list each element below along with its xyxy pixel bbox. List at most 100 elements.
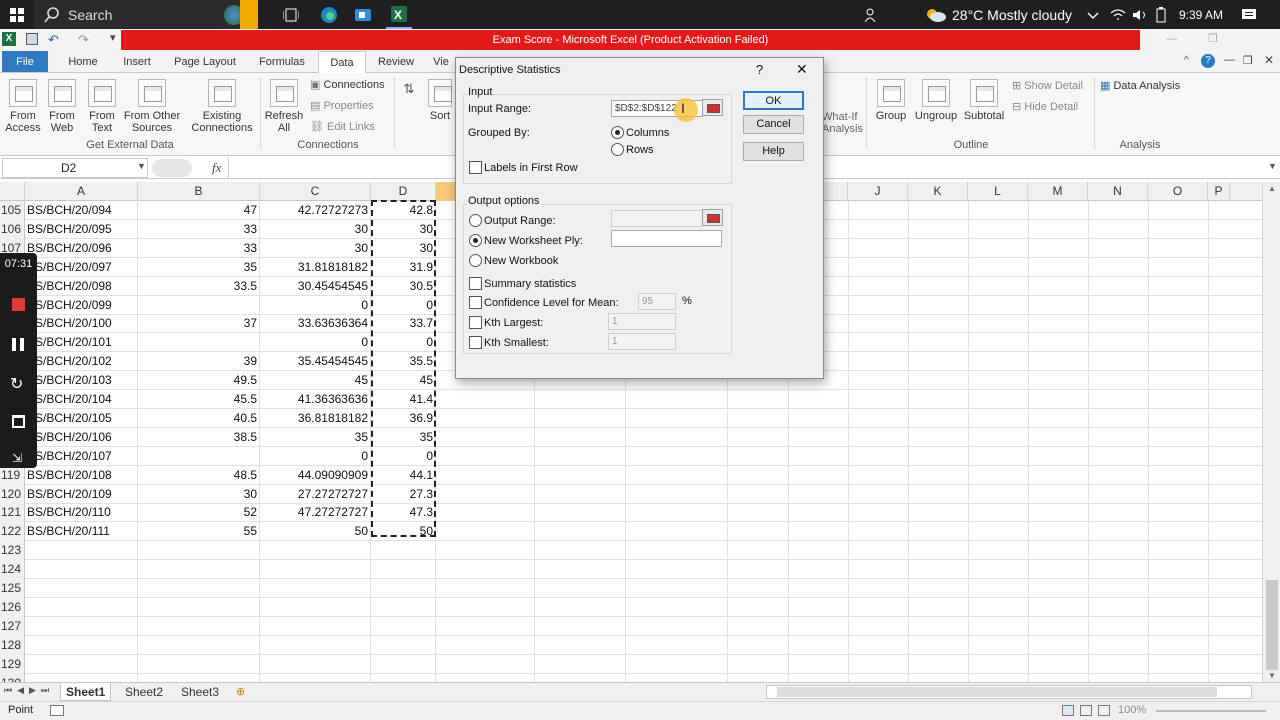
excel-app-icon[interactable]: X: [2, 32, 16, 46]
from-web-button[interactable]: From Web: [44, 79, 80, 134]
cell-b[interactable]: 35: [138, 257, 260, 277]
cell-d[interactable]: 35.5: [371, 352, 436, 372]
column-header-a[interactable]: A: [25, 182, 138, 201]
column-header-b[interactable]: B: [138, 182, 260, 201]
sort-button[interactable]: Sort: [426, 79, 454, 122]
cell-c[interactable]: [260, 654, 371, 674]
cell-b[interactable]: 49.5: [138, 371, 260, 391]
scroll-thumb[interactable]: [1266, 580, 1278, 670]
cell-c[interactable]: [260, 635, 371, 655]
cell-d[interactable]: 0: [371, 446, 436, 466]
column-header-d[interactable]: D: [371, 182, 436, 201]
cell-d[interactable]: 36.9: [371, 408, 436, 428]
cell-a[interactable]: [25, 579, 138, 598]
cell-c[interactable]: 27.27272727: [260, 484, 371, 504]
vertical-scrollbar[interactable]: ▲ ▼: [1262, 182, 1280, 682]
cell-b[interactable]: 38.5: [138, 427, 260, 447]
cell-b[interactable]: 39: [138, 352, 260, 372]
cell-c[interactable]: 50: [260, 522, 371, 542]
cancel-button[interactable]: Cancel: [743, 115, 804, 134]
row-header[interactable]: 127: [0, 616, 25, 636]
windows-start-icon[interactable]: [4, 0, 30, 29]
from-other-sources-button[interactable]: From Other Sources: [122, 79, 182, 134]
input-range-collapse-icon[interactable]: [702, 99, 723, 116]
confidence-level-label[interactable]: Confidence Level for Mean:: [484, 297, 619, 309]
cell-b[interactable]: 52: [138, 503, 260, 523]
cell-a[interactable]: BS/BCH/20/108: [25, 465, 138, 485]
show-detail-button[interactable]: ⊞ Show Detail: [1012, 80, 1092, 92]
cell-d[interactable]: [371, 597, 436, 617]
cell-b[interactable]: [138, 635, 260, 655]
row-header[interactable]: 121: [0, 503, 25, 523]
cell-d[interactable]: 50: [371, 522, 436, 542]
task-view-icon[interactable]: [278, 0, 304, 29]
tab-view[interactable]: Vie: [430, 51, 452, 73]
name-box-dropdown-icon[interactable]: ▼: [137, 161, 146, 171]
cell-c[interactable]: 45: [260, 371, 371, 391]
summary-statistics-label[interactable]: Summary statistics: [484, 278, 576, 290]
labels-first-row-label[interactable]: Labels in First Row: [484, 162, 578, 174]
cell-c[interactable]: 33.63636364: [260, 314, 371, 334]
column-header-n[interactable]: N: [1088, 182, 1148, 201]
cell-b[interactable]: 33: [138, 238, 260, 258]
column-header-l[interactable]: L: [968, 182, 1028, 201]
ungroup-button[interactable]: Ungroup: [912, 79, 960, 122]
cell-c[interactable]: [260, 673, 371, 682]
group-button[interactable]: Group: [872, 79, 910, 122]
column-header-c[interactable]: C: [260, 182, 371, 201]
output-range-label[interactable]: Output Range:: [484, 215, 556, 227]
refresh-all-button[interactable]: Refresh All: [264, 79, 304, 134]
insert-function-icon[interactable]: fx: [212, 160, 221, 176]
excel-taskbar-icon[interactable]: X: [386, 0, 412, 29]
sheet-nav-arrows-icon[interactable]: ⏮◀▶⏭: [4, 685, 54, 696]
rows-radio[interactable]: [611, 143, 624, 156]
save-icon[interactable]: [26, 33, 38, 45]
cell-a[interactable]: BS/BCH/20/105: [25, 408, 138, 428]
workbook-restore-icon[interactable]: ❐: [1243, 54, 1253, 67]
cell-a[interactable]: [25, 597, 138, 617]
cell-b[interactable]: [138, 446, 260, 466]
volume-icon[interactable]: [1130, 0, 1150, 29]
tab-formulas[interactable]: Formulas: [252, 51, 312, 73]
cell-d[interactable]: 33.7: [371, 314, 436, 334]
row-header[interactable]: 126: [0, 597, 25, 617]
cell-d[interactable]: [371, 541, 436, 561]
tab-page-layout[interactable]: Page Layout: [170, 51, 240, 73]
rows-label[interactable]: Rows: [626, 144, 654, 156]
cell-b[interactable]: [138, 579, 260, 598]
workbook-close-icon[interactable]: ✕: [1264, 53, 1274, 67]
existing-connections-button[interactable]: Existing Connections: [190, 79, 254, 134]
cell-a[interactable]: BS/BCH/20/101: [25, 333, 138, 353]
cell-a[interactable]: BS/BCH/20/099: [25, 295, 138, 315]
row-header[interactable]: 129: [0, 654, 25, 674]
ok-button[interactable]: OK: [743, 91, 804, 110]
sort-az-icon[interactable]: ⇅: [398, 82, 420, 95]
column-header-o[interactable]: O: [1148, 182, 1208, 201]
cell-c[interactable]: 30: [260, 238, 371, 258]
sheet-tab-sheet3[interactable]: Sheet3: [176, 683, 224, 701]
cell-d[interactable]: [371, 560, 436, 580]
cell-c[interactable]: 31.81818182: [260, 257, 371, 277]
cell-a[interactable]: BS/BCH/20/110: [25, 503, 138, 523]
kth-smallest-label[interactable]: Kth Smallest:: [484, 337, 549, 349]
confidence-level-field[interactable]: 95: [638, 293, 676, 310]
expand-formula-bar-icon[interactable]: ▼: [1268, 161, 1277, 171]
cell-a[interactable]: BS/BCH/20/095: [25, 219, 138, 239]
cell-d[interactable]: 35: [371, 427, 436, 447]
data-analysis-button[interactable]: ▦ Data Analysis: [1100, 80, 1190, 92]
cell-d[interactable]: 27.3: [371, 484, 436, 504]
cell-d[interactable]: 30: [371, 219, 436, 239]
tab-review[interactable]: Review: [372, 51, 420, 73]
cell-d[interactable]: 47.3: [371, 503, 436, 523]
customize-qat-icon[interactable]: ▾: [110, 31, 116, 44]
cell-a[interactable]: BS/BCH/20/098: [25, 276, 138, 296]
cell-d[interactable]: 30: [371, 238, 436, 258]
cell-c[interactable]: 0: [260, 295, 371, 315]
people-icon[interactable]: [862, 0, 882, 29]
cell-d[interactable]: 31.9: [371, 257, 436, 277]
column-header-j[interactable]: J: [848, 182, 908, 201]
cell-c[interactable]: 44.09090909: [260, 465, 371, 485]
new-worksheet-ply-field[interactable]: [611, 230, 722, 247]
help-icon[interactable]: ?: [1201, 54, 1215, 68]
from-access-button[interactable]: From Access: [4, 79, 42, 134]
